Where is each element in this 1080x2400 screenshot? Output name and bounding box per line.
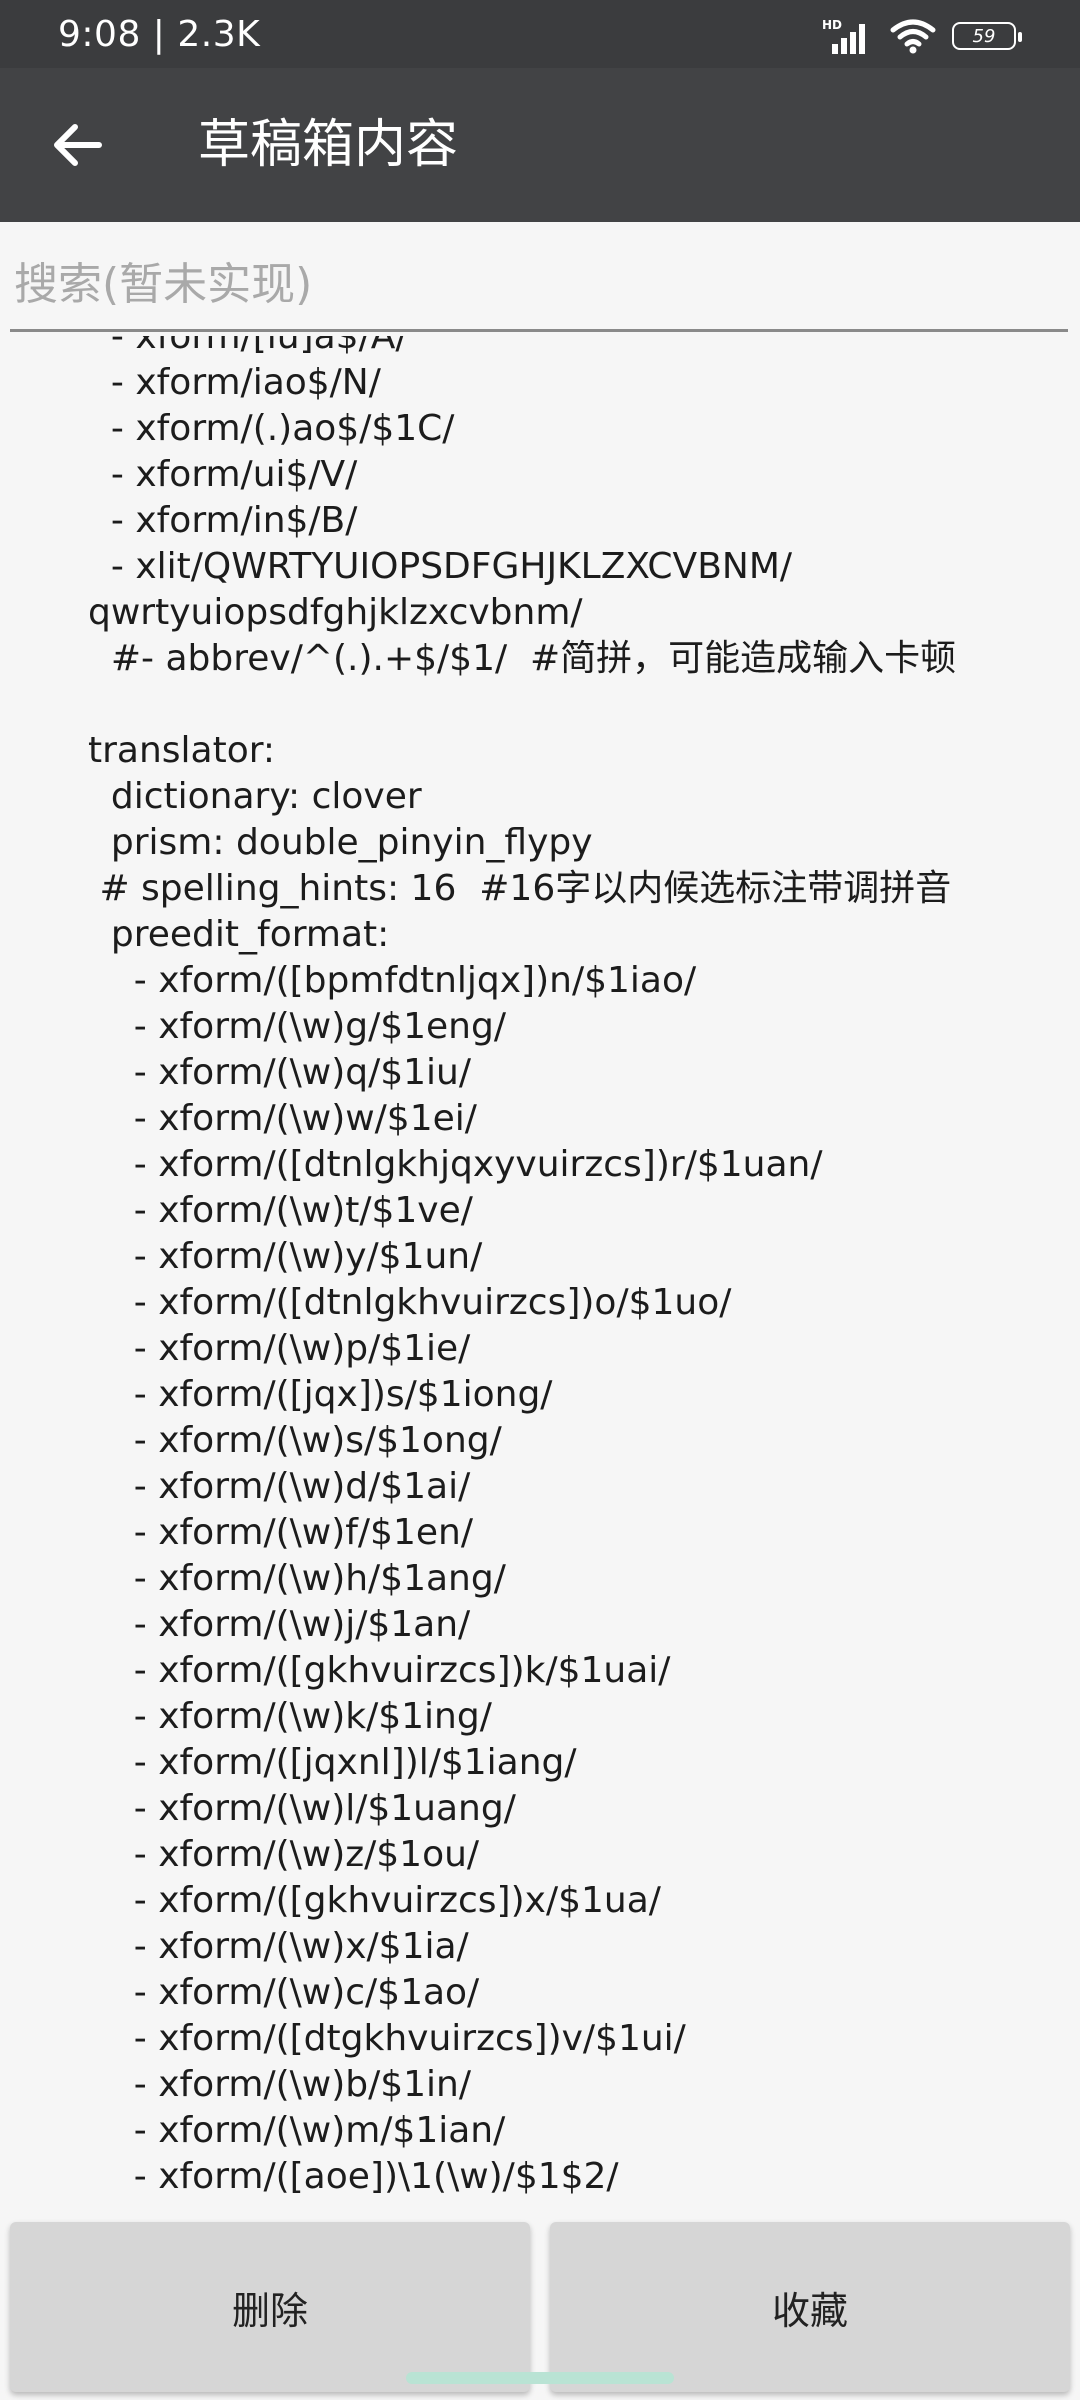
battery-level: 59	[972, 25, 996, 47]
app-bar: 草稿箱内容	[0, 68, 1080, 222]
battery-icon: 59	[952, 22, 1022, 50]
favorite-button[interactable]: 收藏	[550, 2222, 1070, 2392]
draft-content-area[interactable]: - xform/[iu]a$/A/ - xform/iao$/N/ - xfor…	[0, 336, 1080, 2212]
arrow-left-icon	[54, 124, 102, 166]
page-title: 草稿箱内容	[198, 115, 459, 175]
draft-content-text: - xform/[iu]a$/A/ - xform/iao$/N/ - xfor…	[88, 336, 957, 2197]
home-indicator[interactable]	[406, 2372, 674, 2384]
wifi-icon	[890, 19, 936, 54]
status-bar: 9:08 | 2.3K HD 59	[0, 0, 1080, 68]
search-input[interactable]	[10, 240, 1068, 332]
delete-button[interactable]: 删除	[10, 2222, 530, 2392]
search-bar	[10, 240, 1068, 332]
back-button[interactable]	[40, 108, 114, 182]
signal-icon: HD	[822, 18, 874, 54]
status-time-traffic: 9:08 | 2.3K	[58, 14, 261, 55]
status-icons: HD 59	[822, 16, 1022, 56]
